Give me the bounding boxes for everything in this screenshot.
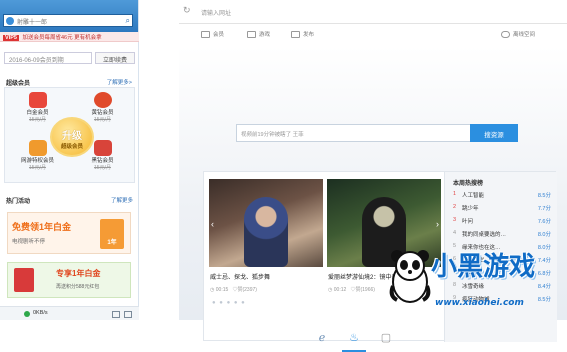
ranking-item[interactable]: 2 跳少年 7.7分 [453, 204, 551, 215]
rank-title[interactable]: 人工智能 [462, 191, 484, 199]
panda-mascot-icon [389, 250, 431, 303]
rocket-icon [28, 92, 47, 108]
hot-section-title: 热门活动 [6, 199, 31, 205]
search-box[interactable]: 射雕十一郎 ⌕ [3, 14, 133, 27]
gift-box-icon: 1年 [100, 219, 124, 249]
download-speed: 0KB/s [33, 310, 48, 316]
watermark-text: 小黑游戏 [431, 252, 536, 282]
address-bar: ↻ 请输入网址 [179, 0, 567, 24]
clock-icon: ◷ [210, 287, 215, 293]
prev-arrow-icon[interactable]: ‹ [211, 219, 214, 229]
hot-section-header: 热门活动 了解更多 [0, 196, 139, 206]
member-status: 2016-06-09会员到期 立即续费 [4, 52, 135, 64]
renew-button[interactable]: 立即续费 [95, 52, 135, 64]
rank-number: 2 [453, 204, 457, 210]
window-icon[interactable] [112, 311, 120, 318]
rank-score: 7.7分 [537, 206, 551, 212]
next-arrow-icon[interactable]: › [436, 219, 439, 229]
rank-title[interactable]: 跳少年 [462, 204, 479, 212]
member-expiry: 2016-06-09会员到期 [4, 52, 92, 64]
vip-section-title: 超级会员 [6, 81, 31, 87]
status-bar: 0KB/s [0, 306, 139, 320]
yellow-diamond-icon [93, 92, 112, 108]
app-logo-icon [6, 17, 14, 25]
vip-side-panel: 射雕十一郎 ⌕ VIP5 加送会员每周省46元 更有机会拿 2016-06-09… [0, 0, 139, 320]
network-status-icon [24, 311, 30, 317]
cloud-icon [501, 31, 510, 39]
upgrade-button[interactable]: 升级 超级会员 [50, 117, 94, 157]
crown-icon [201, 31, 210, 39]
rank-number: 4 [453, 230, 457, 236]
vip-tag: VIP5 [3, 35, 19, 41]
nav-vip[interactable]: 会员 [201, 30, 224, 40]
promo-text: 加送会员每周省46元 更有机会拿 [22, 35, 102, 41]
owl-icon [28, 140, 47, 156]
rank-score: 8.5分 [537, 193, 551, 199]
black-diamond-icon [93, 140, 112, 156]
promo-bar[interactable]: VIP5 加送会员每周省46元 更有机会拿 [0, 32, 139, 42]
rank-number: 3 [453, 217, 457, 223]
bottom-tabs: ℯ ♨ ▢ [312, 326, 402, 352]
ranking-title: 本周热搜榜 [453, 181, 484, 187]
video-still [244, 197, 288, 267]
nav-games[interactable]: 游戏 [247, 30, 270, 40]
search-icon[interactable]: ⌕ [126, 16, 130, 26]
carousel-dots[interactable]: ● ● ● ● ● [212, 300, 246, 306]
exclusive-platinum-banner[interactable]: 专享1年白金 再送积分588元红包 [7, 262, 131, 298]
search-input[interactable]: 射雕十一郎 [17, 17, 47, 26]
red-packet-icon [14, 268, 34, 292]
box-icon[interactable]: ▢ [376, 328, 396, 348]
ranking-item[interactable]: 3 叶问 7.6分 [453, 217, 551, 228]
video-meta: ◷ 00:15 ♡赞(2397) [210, 287, 257, 293]
video-thumbnail[interactable]: ‹ [209, 179, 323, 267]
menu-icon[interactable] [124, 311, 132, 318]
publish-icon [291, 31, 300, 39]
hot-more-link[interactable]: 了解更多 [111, 196, 133, 204]
url-input[interactable]: 请输入网址 [201, 8, 231, 17]
search-resources-button[interactable]: 搜资源 [470, 124, 518, 142]
video-meta: ◷ 00:12 ♡赞(1966) [328, 287, 375, 293]
ranking-item[interactable]: 1 人工智能 8.5分 [453, 191, 551, 202]
watermark: 小黑游戏 www.xiaohei.com [379, 240, 567, 320]
vip-grid: 白金会员 15元/月 黄钻会员 15元/月 网游特权会员 15元/月 黑钻会员 … [4, 87, 135, 183]
vip-more-link[interactable]: 了解更多> [107, 78, 132, 86]
top-nav: 会员 游戏 发布 离线空间 [179, 24, 567, 46]
flame-icon[interactable]: ♨ [344, 328, 364, 348]
watermark-url: www.xiaohei.com [435, 298, 524, 308]
reload-icon[interactable]: ↻ [183, 5, 191, 16]
video-title[interactable]: 威士忌、探戈、狐步舞 [210, 272, 270, 281]
rank-number: 1 [453, 191, 457, 197]
nav-publish[interactable]: 发布 [291, 30, 314, 40]
panel-header: 射雕十一郎 ⌕ [0, 0, 138, 32]
free-platinum-banner[interactable]: 免费领1年白金 电视剧听不停 1年 [7, 212, 131, 254]
rank-score: 7.6分 [537, 219, 551, 225]
nav-offline-space[interactable]: 离线空间 [501, 30, 535, 40]
clock-icon: ◷ [328, 287, 333, 293]
rank-title[interactable]: 叶问 [462, 217, 473, 225]
rank-title[interactable]: 我的同桌要选的… [462, 230, 506, 238]
rank-score: 8.0分 [537, 232, 551, 238]
resource-search-input[interactable]: 视频前19分钟被瞎了 王菲 [236, 124, 472, 142]
browser-e-icon[interactable]: ℯ [312, 328, 332, 348]
gamepad-icon [247, 31, 256, 39]
